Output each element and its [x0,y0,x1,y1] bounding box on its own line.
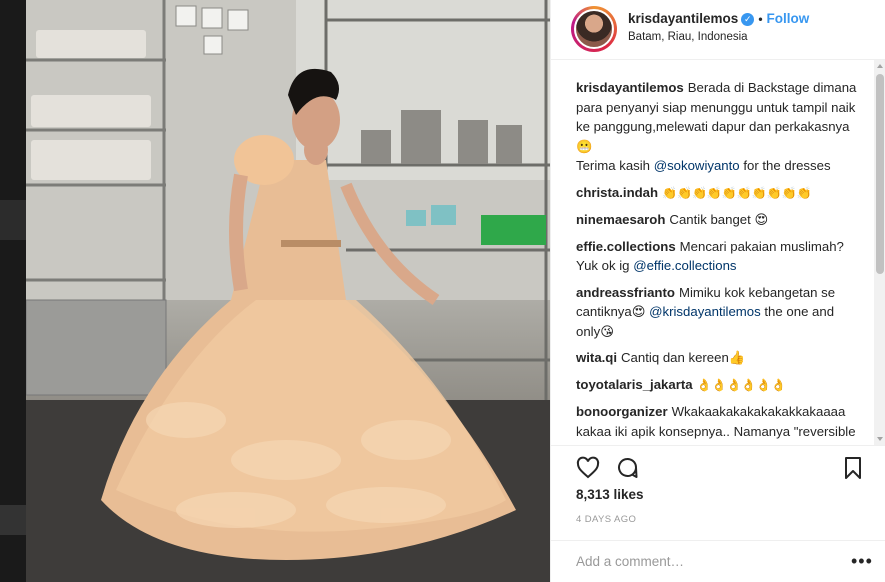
comments-scrollbar[interactable] [874,60,885,445]
mention-link[interactable]: @krisdayantilemos [649,304,761,319]
comment-username[interactable]: krisdayantilemos [576,80,684,95]
comment-text: for the dresses [739,158,831,173]
likes-count[interactable]: 8,313 likes [576,487,644,502]
username-link[interactable]: krisdayantilemos [628,11,738,26]
scroll-up-icon[interactable] [877,64,883,68]
caption: krisdayantilemos Berada di Backstage dima… [576,78,861,176]
list-item: ninemaesaroh Cantik banget 😍 [576,210,861,230]
list-item: bonoorganizer Wkakaakakakakakakkakaaaa ka… [576,402,861,445]
separator: • [758,12,763,26]
comment-username[interactable]: bonoorganizer [576,404,668,419]
comment-username[interactable]: wita.qi [576,350,617,365]
list-item: andreassfrianto Mimiku kok kebangetan se … [576,283,861,342]
comment-text: Terima kasih [576,158,654,173]
story-ring[interactable] [571,6,617,52]
verified-badge-icon: ✓ [741,13,755,26]
comment-text: 👌👌👌👌👌👌 [696,377,787,392]
list-item: wita.qi Cantiq dan kereen👍 [576,348,861,368]
mention-link[interactable]: @effie.collections [633,258,736,273]
comment-username[interactable]: effie.collections [576,239,676,254]
list-item: effie.collections Mencari pakaian muslima… [576,237,861,276]
background-page-strip [0,0,26,582]
comment-text: Cantik banget 😍 [669,212,769,227]
comment-username[interactable]: toyotalaris_jakarta [576,377,693,392]
background-content [0,200,26,240]
heart-icon[interactable] [576,456,600,480]
comments-list[interactable]: krisdayantilemos Berada di Backstage dima… [551,60,873,445]
list-item: christa.indah 👏👏👏👏👏👏👏👏👏👏 [576,183,861,204]
photo-illustration [26,0,550,582]
comment-text: 👏👏👏👏👏👏👏👏👏👏 [662,185,812,200]
bookmark-icon[interactable] [841,456,865,480]
comment-text: Cantiq dan kereen👍 [621,350,746,365]
scroll-down-icon[interactable] [877,437,883,441]
post-timestamp: 4 DAYS AGO [576,514,637,525]
comment-username[interactable]: ninemaesaroh [576,212,665,227]
comment-input[interactable] [576,554,836,569]
comment-username[interactable]: andreassfrianto [576,285,675,300]
avatar[interactable] [574,9,614,49]
post-photo[interactable] [26,0,550,582]
add-comment-section: ••• [551,540,885,582]
location-link[interactable]: Batam, Riau, Indonesia [628,31,748,43]
comment-icon[interactable] [615,456,639,480]
comment-username[interactable]: christa.indah [576,185,658,200]
scrollbar-thumb[interactable] [876,74,884,274]
list-item: toyotalaris_jakarta 👌👌👌👌👌👌 [576,375,861,396]
instagram-post-modal: krisdayantilemos ✓ • Follow Batam, Riau, In… [0,0,885,582]
mention-link[interactable]: @sokowiyanto [654,158,740,173]
follow-button[interactable]: Follow [767,11,810,26]
post-header: krisdayantilemos ✓ • Follow Batam, Riau, In… [551,0,885,60]
post-sidebar: krisdayantilemos ✓ • Follow Batam, Riau, In… [550,0,885,582]
more-options-icon[interactable]: ••• [851,551,873,572]
background-content [0,505,26,535]
post-author: krisdayantilemos ✓ • Follow [628,11,809,26]
action-bar [551,445,885,485]
